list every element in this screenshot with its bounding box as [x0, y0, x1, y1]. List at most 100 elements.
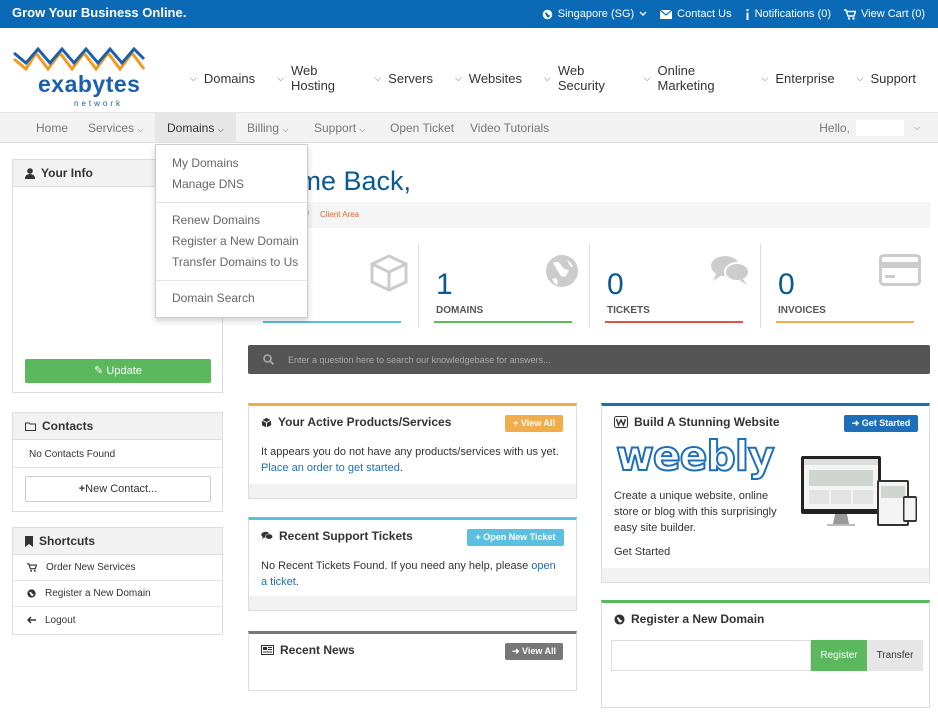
shortcuts-title: Shortcuts: [39, 534, 96, 548]
hello-label: Hello,: [819, 121, 850, 135]
transfer-button[interactable]: Transfer: [867, 640, 923, 671]
kb-search-placeholder: Enter a question here to search our know…: [288, 354, 551, 365]
card-title: Build A Stunning Website: [634, 415, 780, 429]
comments-icon: [710, 254, 750, 291]
stat-underline: [263, 321, 401, 323]
main-nav-label: Enterprise: [775, 70, 835, 86]
stat-tickets[interactable]: 0 TICKETS: [589, 244, 760, 328]
shortcut-register-domain[interactable]: Register a New Domain: [13, 581, 222, 607]
globe-icon: [614, 613, 625, 625]
sub-nav: Home Services ⌵ Domains ⌵ Billing ⌵ Supp…: [0, 113, 938, 143]
stat-label: TICKETS: [607, 305, 650, 316]
chevron-down-icon: [639, 11, 647, 16]
box-icon: [369, 254, 409, 297]
arrow-left-icon: [27, 616, 36, 624]
main-nav-label: Websites: [468, 70, 523, 86]
card-title: Your Active Products/Services: [278, 415, 452, 429]
chevron-down-icon: ⌵: [913, 123, 920, 132]
subnav-support[interactable]: Support ⌵: [302, 113, 377, 143]
subnav-billing[interactable]: Billing ⌵: [235, 113, 300, 143]
chevron-down-icon: ⌵: [282, 125, 289, 134]
subnav-open-ticket[interactable]: Open Ticket: [378, 113, 466, 143]
stat-value: 1: [436, 268, 453, 301]
weebly-description: Create a unique website, online store or…: [614, 490, 777, 534]
divider: [13, 467, 222, 468]
recent-tickets-card: Recent Support Tickets + Open New Ticket…: [248, 517, 577, 611]
view-cart-link[interactable]: View Cart (0): [844, 8, 925, 20]
register-domain-header: Register a New Domain: [614, 612, 764, 626]
stat-invoices[interactable]: 0 INVOICES: [760, 244, 931, 328]
active-products-header: Your Active Products/Services: [261, 415, 451, 429]
main-nav-item-enterprise[interactable]: ⌵ Enterprise: [762, 63, 835, 93]
chevron-down-icon: ⌵: [374, 72, 382, 83]
main-nav-item-websites[interactable]: ⌵ Websites: [455, 63, 522, 93]
stat-value: 0: [607, 268, 624, 301]
main-nav-label: Servers: [388, 70, 433, 86]
cart-icon: [27, 563, 37, 572]
card-title: Recent Support Tickets: [279, 529, 413, 543]
contacts-panel: Contacts No Contacts Found +New Contact.…: [12, 412, 223, 512]
weebly-logo: weebly: [615, 431, 776, 481]
place-order-link[interactable]: Place an order to get started: [261, 462, 400, 474]
knowledgebase-search[interactable]: Enter a question here to search our know…: [248, 345, 930, 374]
tickets-message: No Recent Tickets Found. If you need any…: [261, 560, 556, 588]
domains-dropdown-menu: My Domains Manage DNS Renew Domains Regi…: [155, 144, 308, 318]
exabytes-logo[interactable]: exabytes network: [12, 45, 152, 108]
register-button[interactable]: Register: [811, 640, 867, 671]
view-all-news-button[interactable]: ➜ View All: [505, 643, 563, 660]
main-nav-label: Support: [870, 70, 916, 86]
user-menu[interactable]: Hello, ⌵: [819, 113, 920, 143]
main-nav-item-web-security[interactable]: ⌵ Web Security: [544, 63, 622, 93]
main-nav-item-support[interactable]: ⌵ Support: [857, 63, 916, 93]
menu-register-domain[interactable]: Register a New Domain: [172, 234, 299, 248]
domain-input[interactable]: [611, 640, 811, 671]
card-footer: [249, 484, 576, 498]
menu-renew-domains[interactable]: Renew Domains: [172, 213, 260, 227]
weebly-get-started-link[interactable]: Get Started: [614, 544, 670, 560]
your-info-title: Your Info: [41, 166, 93, 180]
menu-manage-dns[interactable]: Manage DNS: [172, 177, 244, 191]
recent-tickets-header: Recent Support Tickets: [261, 529, 413, 543]
subnav-domains[interactable]: Domains ⌵: [155, 113, 236, 143]
active-products-card: Your Active Products/Services + View All…: [248, 403, 577, 499]
chevron-down-icon: ⌵: [856, 72, 864, 83]
contacts-header: Contacts: [13, 413, 222, 440]
chevron-down-icon: ⌵: [190, 72, 197, 83]
main-nav-item-servers[interactable]: ⌵ Servers: [374, 63, 433, 93]
contact-us-link[interactable]: Contact Us: [660, 8, 732, 20]
user-icon: [25, 167, 35, 179]
stat-domains[interactable]: 1 DOMAINS: [418, 244, 589, 328]
main-nav-item-domains[interactable]: ⌵ Domains: [190, 63, 255, 93]
shortcut-order-new-services[interactable]: Order New Services: [13, 555, 222, 581]
subnav-video-tutorials[interactable]: Video Tutorials: [458, 113, 561, 143]
subnav-home[interactable]: Home: [24, 113, 80, 143]
menu-domain-search[interactable]: Domain Search: [172, 291, 255, 305]
recent-news-card: Recent News ➜ View All: [248, 631, 577, 691]
open-new-ticket-button[interactable]: + Open New Ticket: [467, 529, 564, 546]
view-all-products-button[interactable]: + View All: [505, 415, 563, 432]
main-nav-label: Web Security: [557, 63, 605, 93]
weebly-header: Build A Stunning Website: [614, 415, 780, 429]
main-nav: ⌵ Domains ⌵ Web Hosting ⌵ Servers ⌵ Websites ⌵ We…: [190, 63, 938, 93]
card-footer: [602, 568, 929, 582]
menu-transfer-domains[interactable]: Transfer Domains to Us: [172, 255, 298, 269]
envelope-icon: [660, 9, 673, 19]
new-contact-button[interactable]: +New Contact...: [25, 476, 211, 502]
contacts-title: Contacts: [42, 419, 94, 433]
stat-label: INVOICES: [778, 305, 826, 316]
region-selector[interactable]: Singapore (SG): [542, 8, 647, 20]
shortcut-logout[interactable]: Logout: [13, 607, 222, 633]
main-nav-item-online-marketing[interactable]: ⌵ Online Marketing: [644, 63, 740, 93]
card-title: Recent News: [280, 643, 355, 657]
menu-my-domains[interactable]: My Domains: [172, 156, 239, 170]
chevron-down-icon: ⌵: [217, 125, 224, 134]
notifications-link[interactable]: Notifications (0): [745, 8, 831, 20]
update-button[interactable]: ✎ Update: [25, 359, 211, 383]
get-started-button[interactable]: ➜ Get Started: [844, 415, 918, 432]
main-nav-item-web-hosting[interactable]: ⌵ Web Hosting: [277, 63, 352, 93]
subnav-services[interactable]: Services ⌵: [76, 113, 155, 143]
recent-news-header: Recent News: [261, 643, 355, 657]
folder-icon: [25, 422, 36, 431]
card-title: Register a New Domain: [631, 612, 765, 626]
main-nav-label: Web Hosting: [290, 63, 336, 93]
